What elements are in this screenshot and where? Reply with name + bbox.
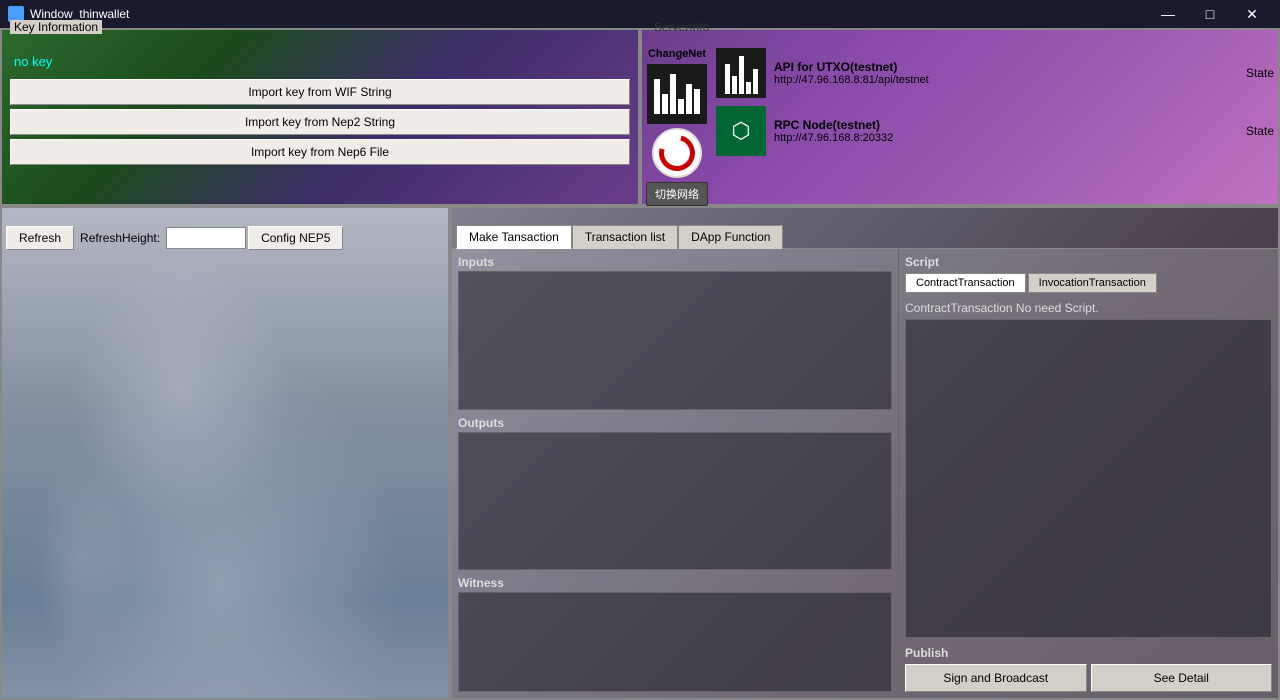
tab-dapp-function[interactable]: DApp Function [678, 225, 783, 249]
witness-textarea[interactable] [458, 592, 892, 692]
config-nep5-button[interactable]: Config NEP5 [248, 226, 343, 250]
window-controls: — □ ✕ [1148, 0, 1272, 28]
main-panel: Main Panel Make Tansaction Transaction l… [450, 206, 1280, 700]
main-panel-content: Make Tansaction Transaction list DApp Fu… [452, 222, 1278, 698]
chart-bar [678, 99, 684, 114]
maximize-button[interactable]: □ [1190, 0, 1230, 28]
close-button[interactable]: ✕ [1232, 0, 1272, 28]
tabs-area: Make Tansaction Transaction list DApp Fu… [452, 222, 1278, 698]
top-section: Key Information no key Import key from W… [0, 28, 1280, 206]
tab-row: Make Tansaction Transaction list DApp Fu… [452, 222, 1278, 248]
api-server-row: API for UTXO(testnet) http://47.96.168.8… [716, 48, 1274, 98]
chart-bar [686, 84, 692, 114]
server-info-rows: API for UTXO(testnet) http://47.96.168.8… [716, 48, 1274, 164]
rpc-server-row: ⬡ RPC Node(testnet) http://47.96.168.8:2… [716, 106, 1274, 156]
main-content: Key Information no key Import key from W… [0, 28, 1280, 700]
outputs-textarea[interactable] [458, 432, 892, 571]
window-title: Window_thinwallet [30, 7, 1148, 21]
server-icons: ChangeNet 切换网络 [646, 48, 708, 206]
import-nep2-button[interactable]: Import key from Nep2 String [10, 109, 630, 135]
key-info-panel: Key Information no key Import key from W… [0, 28, 640, 206]
inputs-textarea[interactable] [458, 271, 892, 410]
outputs-section: Outputs [458, 416, 892, 571]
rpc-cube-icon: ⬡ [716, 106, 766, 156]
server-info-label: ServerInfo [650, 20, 713, 34]
refresh-button[interactable]: Refresh [6, 226, 74, 250]
api-chart-icon [716, 48, 766, 98]
no-key-text: no key [10, 52, 630, 71]
rpc-server-url: http://47.96.168.8:20332 [774, 132, 924, 144]
chart-bars [654, 74, 700, 114]
tab-content: Inputs Outputs Witness [452, 248, 1278, 698]
refresh-height-input[interactable] [166, 227, 246, 249]
api-server-state: State [1246, 66, 1274, 80]
sign-broadcast-button[interactable]: Sign and Broadcast [905, 664, 1087, 692]
network-name: ChangeNet [648, 48, 706, 60]
invocation-tx-tab[interactable]: InvocationTransaction [1028, 273, 1157, 293]
rpc-server-info: RPC Node(testnet) http://47.96.168.8:203… [774, 118, 924, 144]
minimize-button[interactable]: — [1148, 0, 1188, 28]
contract-tx-tab[interactable]: ContractTransaction [905, 273, 1026, 293]
title-bar: Window_thinwallet — □ ✕ [0, 0, 1280, 28]
witness-section: Witness [458, 576, 892, 692]
outputs-label: Outputs [458, 416, 892, 430]
tab-make-transaction[interactable]: Make Tansaction [456, 225, 572, 249]
publish-label: Publish [905, 646, 1272, 660]
script-label: Script [905, 255, 1272, 269]
api-server-url: http://47.96.168.8:81/api/testnet [774, 74, 929, 86]
chart-bar [694, 89, 700, 114]
api-server-info: API for UTXO(testnet) http://47.96.168.8… [774, 60, 929, 86]
anime-bg [2, 208, 448, 698]
changenet-chart-icon [647, 64, 707, 124]
inputs-label: Inputs [458, 255, 892, 269]
refresh-circle-button[interactable] [652, 128, 702, 178]
refresh-circle-icon [652, 128, 701, 177]
rpc-server-state: State [1246, 124, 1274, 138]
see-detail-button[interactable]: See Detail [1091, 664, 1273, 692]
refresh-height-label: RefreshHeight: [76, 231, 164, 245]
key-info-inner: no key Import key from WIF String Import… [6, 48, 634, 173]
api-server-name: API for UTXO(testnet) [774, 60, 929, 74]
server-info-inner: ChangeNet 切换网络 [646, 48, 1274, 206]
witness-label: Witness [458, 576, 892, 590]
server-info-panel: ServerInfo ChangeNet 切换网络 [640, 28, 1280, 206]
chart-bar [662, 94, 668, 114]
chart-bar [654, 79, 660, 114]
script-tabs: ContractTransaction InvocationTransactio… [905, 273, 1272, 293]
bottom-section: AccountInfo Refresh RefreshHeight: Confi… [0, 206, 1280, 700]
script-textarea[interactable] [905, 319, 1272, 638]
chart-bar [670, 74, 676, 114]
script-note: ContractTransaction No need Script. [905, 301, 1272, 315]
switch-network-button[interactable]: 切换网络 [646, 182, 708, 206]
rpc-server-name: RPC Node(testnet) [774, 118, 924, 132]
transaction-left: Inputs Outputs Witness [452, 249, 898, 698]
key-info-label: Key Information [10, 20, 102, 34]
transaction-right: Script ContractTransaction InvocationTra… [898, 249, 1278, 698]
inputs-section: Inputs [458, 255, 892, 410]
publish-buttons: Sign and Broadcast See Detail [905, 664, 1272, 692]
account-info-panel: AccountInfo Refresh RefreshHeight: Confi… [0, 206, 450, 700]
import-wif-button[interactable]: Import key from WIF String [10, 79, 630, 105]
tab-transaction-list[interactable]: Transaction list [572, 225, 678, 249]
import-nep6-button[interactable]: Import key from Nep6 File [10, 139, 630, 165]
account-toolbar: Refresh RefreshHeight: Config NEP5 [2, 222, 448, 254]
